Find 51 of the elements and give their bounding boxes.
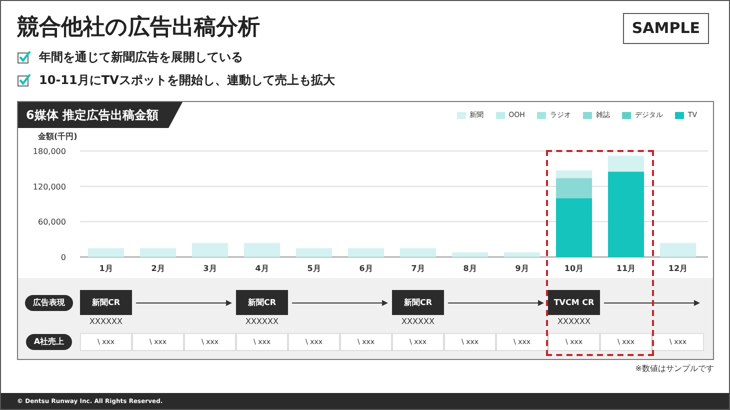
- y-tick-label: 0: [60, 253, 66, 262]
- bullet-text: 10-11月にTVスポットを開始し、連動して売上も拡大: [39, 72, 335, 89]
- x-tick-label: 11月: [616, 264, 636, 273]
- y-tick-label: 180,000: [32, 147, 66, 156]
- creative-caption: XXXXXX: [402, 316, 434, 328]
- y-tick-label: 60,000: [38, 218, 66, 227]
- bar-segment: [192, 242, 228, 257]
- x-tick-label: 2月: [151, 264, 165, 273]
- legend-swatch: [674, 112, 684, 119]
- x-tick-label: 12月: [668, 264, 688, 273]
- x-tick-label: 7月: [411, 264, 425, 273]
- bullet-text: 年間を通じて新聞広告を展開している: [39, 49, 243, 66]
- legend-swatch: [536, 112, 546, 119]
- bar-segment: [660, 242, 696, 257]
- x-tick-label: 5月: [307, 264, 321, 273]
- legend-swatch: [582, 112, 592, 119]
- x-tick-label: 10月: [564, 264, 584, 273]
- row-label: A社売上: [26, 334, 72, 350]
- bar-segment: [400, 248, 436, 257]
- legend-swatch: [622, 112, 631, 119]
- creative-block: TVCM CR: [548, 290, 600, 315]
- x-tick-label: 1月: [99, 264, 113, 273]
- bar-segment: [348, 248, 384, 257]
- bar-segment: [244, 242, 280, 257]
- creative-caption: XXXXXX: [558, 316, 590, 328]
- note-text: ※数値はサンプルです: [635, 363, 714, 375]
- creative-caption: XXXXXX: [90, 316, 122, 328]
- bar-segment: [296, 248, 332, 257]
- x-tick-label: 8月: [463, 264, 477, 273]
- x-tick-label: 9月: [515, 264, 529, 273]
- legend-swatch: [496, 112, 505, 119]
- axis-title: 金額(千円): [38, 132, 78, 141]
- x-tick-label: 4月: [255, 264, 269, 273]
- bar-segment: [88, 248, 124, 257]
- page-title: 競合他社の広告出稿分析: [17, 14, 261, 42]
- sample-badge: SAMPLE: [622, 13, 709, 44]
- bar-segment: [452, 252, 488, 257]
- x-tick-label: 6月: [359, 264, 373, 273]
- legend-swatch: [456, 112, 466, 119]
- creative-block: 新聞CR: [392, 290, 444, 315]
- x-tick-label: 3月: [203, 264, 217, 273]
- checkbox-icon: [17, 73, 31, 87]
- checkbox-icon: [17, 50, 31, 64]
- y-tick-label: 120,000: [32, 182, 66, 192]
- creative-block: 新聞CR: [236, 290, 288, 315]
- creative-block: 新聞CR: [80, 290, 132, 315]
- bar-segment: [504, 252, 540, 257]
- panel-title: 6媒体 推定広告出稿金額: [18, 102, 183, 128]
- bar-segment: [140, 248, 176, 257]
- creative-caption: XXXXXX: [246, 316, 278, 328]
- row-label: 広告表現: [25, 295, 73, 311]
